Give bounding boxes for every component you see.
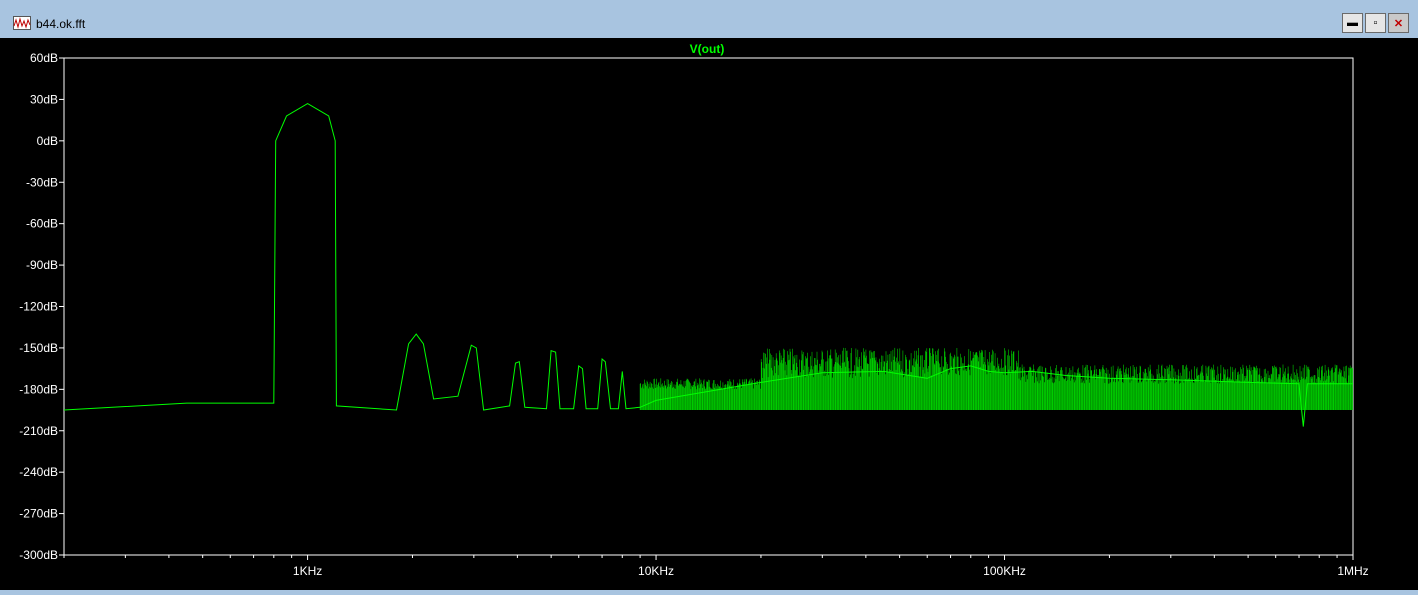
y-axis: 60dB 30dB 0dB -30dB -60dB -90dB -120dB -150dB -1…: [19, 51, 64, 562]
y-tick-label: 0dB: [37, 134, 58, 148]
window-title: b44.ok.fft: [36, 17, 86, 31]
restore-button[interactable]: ▫: [1365, 13, 1386, 33]
y-tick-label: -60dB: [26, 217, 58, 231]
y-tick-label: 30dB: [30, 92, 58, 106]
y-tick-label: -270dB: [19, 507, 58, 521]
traces: [63, 103, 1353, 427]
x-tick-label: 1MHz: [1337, 564, 1368, 578]
plot-title: V(out): [690, 42, 725, 56]
y-tick-label: -240dB: [19, 465, 58, 479]
y-tick-label: 60dB: [30, 51, 58, 65]
fft-plot[interactable]: V(out) 60dB 30dB 0dB -30dB -60dB -90dB -120dB -…: [0, 38, 1418, 590]
y-tick-label: -300dB: [19, 548, 58, 562]
y-tick-label: -180dB: [19, 382, 58, 396]
waveform-file-icon: [13, 16, 31, 30]
restore-icon: ▫: [1373, 17, 1378, 29]
y-tick-label: -30dB: [26, 175, 58, 189]
noise-texture: [639, 347, 1353, 411]
minimize-button[interactable]: ▬: [1342, 13, 1363, 33]
y-tick-label: -210dB: [19, 424, 58, 438]
plot-area[interactable]: V(out) 60dB 30dB 0dB -30dB -60dB -90dB -120dB -…: [0, 38, 1418, 590]
title-bar[interactable]: b44.ok.fft ▬ ▫ ✕: [0, 0, 1418, 38]
close-button[interactable]: ✕: [1388, 13, 1409, 33]
minimize-icon: ▬: [1347, 17, 1358, 29]
y-tick-label: -90dB: [26, 258, 58, 272]
y-tick-label: -150dB: [19, 341, 58, 355]
close-icon: ✕: [1393, 17, 1404, 30]
x-tick-label: 10KHz: [638, 564, 674, 578]
plot-frame: [63, 57, 1354, 556]
x-tick-label: 100KHz: [983, 564, 1026, 578]
y-tick-label: -120dB: [19, 300, 58, 314]
waveform-window: b44.ok.fft ▬ ▫ ✕ V(out) 60dB 30dB 0dB -30dB…: [0, 0, 1418, 590]
x-axis: 1KHz 10KHz 100KHz 1MHz: [63, 555, 1369, 578]
x-tick-label: 1KHz: [293, 564, 322, 578]
